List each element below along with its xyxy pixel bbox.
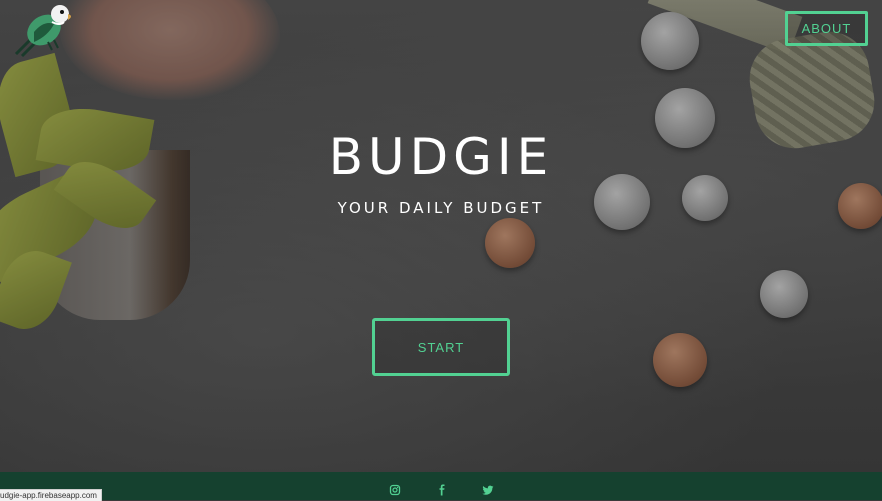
- twitter-icon[interactable]: [482, 481, 494, 495]
- instagram-icon[interactable]: [389, 481, 401, 496]
- app-title: BUDGIE: [328, 128, 554, 186]
- budgie-bird-icon[interactable]: [8, 2, 76, 60]
- app-subtitle: YOUR DAILY BUDGET: [337, 199, 545, 217]
- start-button[interactable]: START: [372, 318, 510, 376]
- hero-background: [0, 0, 882, 472]
- status-bar-url: udgie-app.firebaseapp.com: [0, 489, 102, 501]
- dark-overlay: [0, 0, 882, 472]
- about-button[interactable]: ABOUT: [785, 11, 868, 46]
- facebook-icon[interactable]: [436, 481, 448, 496]
